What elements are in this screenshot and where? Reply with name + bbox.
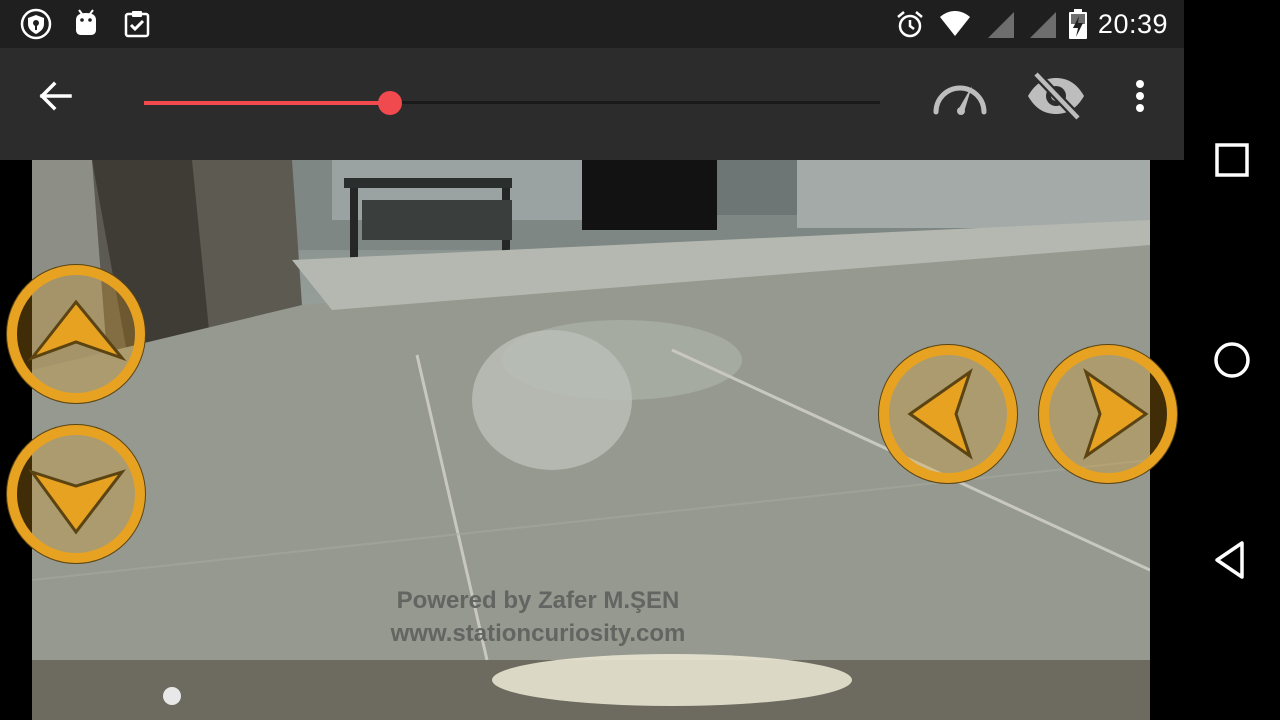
eye-off-icon (1028, 70, 1084, 122)
clock: 20:39 (1097, 8, 1168, 39)
back-button[interactable] (28, 74, 84, 118)
square-icon (1215, 143, 1249, 177)
speedometer-icon (933, 85, 987, 115)
visibility-toggle-button[interactable] (1024, 68, 1088, 124)
arrow-up-icon (6, 264, 146, 404)
watermark: Powered by Zafer M.ŞEN www.stationcurios… (368, 584, 708, 650)
slider-thumb[interactable] (377, 91, 402, 115)
speed-slider[interactable] (144, 88, 880, 118)
wifi-icon (939, 11, 970, 36)
status-bar: 20:39 (0, 0, 1184, 48)
android-icon (76, 9, 96, 35)
triangle-back-icon (1215, 541, 1244, 579)
more-vert-icon (1136, 80, 1144, 112)
speedometer-button[interactable] (928, 68, 992, 124)
forward-button[interactable] (2, 260, 150, 408)
clipboard-check-icon (124, 11, 150, 38)
system-navigation-bar (1184, 0, 1280, 720)
recents-button[interactable] (1208, 136, 1256, 184)
status-icons-left (20, 8, 152, 40)
battery-charging-icon (1068, 9, 1087, 39)
app-toolbar (0, 48, 1184, 160)
home-button[interactable] (1208, 336, 1256, 384)
alarm-icon (897, 11, 923, 38)
circle-icon (1214, 342, 1250, 378)
left-button[interactable] (874, 340, 1022, 488)
back-nav-button[interactable] (1208, 536, 1256, 584)
arrow-left-icon (878, 344, 1018, 484)
signal-icon (1029, 12, 1056, 38)
slider-fill (144, 101, 390, 105)
arrow-left-icon (39, 81, 72, 111)
watermark-line2: www.stationcuriosity.com (390, 620, 686, 647)
overflow-menu-button[interactable] (1112, 68, 1168, 124)
arrow-right-icon (1038, 344, 1178, 484)
arrow-down-icon (6, 424, 146, 564)
right-button[interactable] (1034, 340, 1182, 488)
status-icons-right: 20:39 (894, 0, 1168, 48)
vpn-shield-icon (20, 8, 52, 40)
watermark-line1: Powered by Zafer M.ŞEN (396, 587, 680, 614)
backward-button[interactable] (2, 420, 150, 568)
signal-icon (987, 12, 1014, 38)
